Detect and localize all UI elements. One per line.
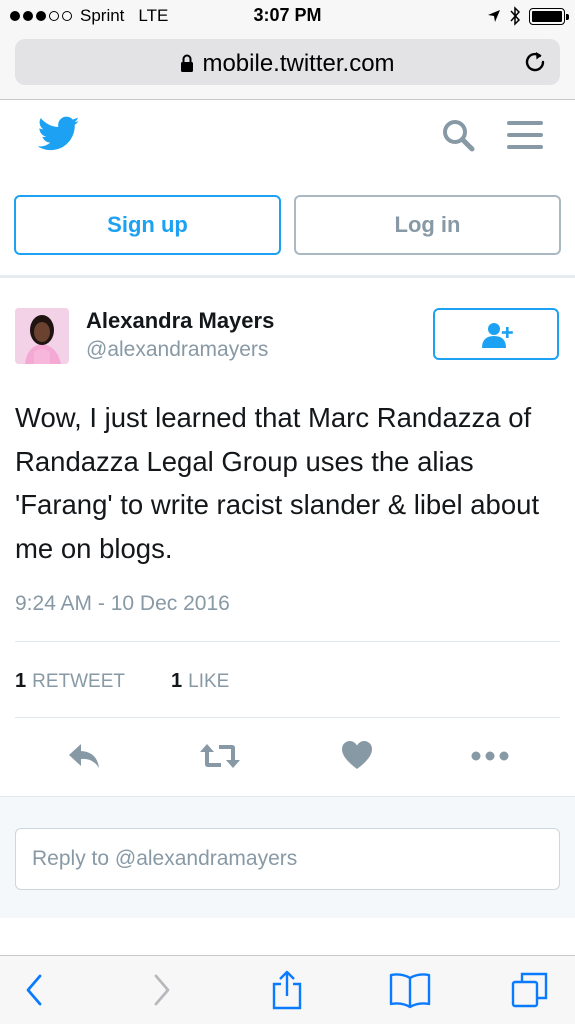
- like-count: 1: [171, 670, 183, 692]
- retweet-label: RETWEET: [32, 671, 126, 692]
- avatar[interactable]: [15, 308, 69, 364]
- reply-section: [0, 796, 575, 918]
- tweet-text: Wow, I just learned that Marc Randazza o…: [15, 402, 540, 564]
- retweet-count: 1: [15, 670, 27, 692]
- location-arrow-icon: [488, 10, 500, 22]
- reply-input[interactable]: [15, 828, 560, 890]
- twitter-header: [0, 101, 575, 176]
- status-bar: Sprint LTE 3:07 PM: [0, 0, 575, 32]
- twitter-bird-icon[interactable]: [38, 116, 80, 152]
- like-label: LIKE: [188, 671, 230, 692]
- avatar-image: [15, 308, 69, 364]
- url-text: mobile.twitter.com: [202, 50, 395, 77]
- reload-icon[interactable]: [522, 49, 548, 75]
- address-bar[interactable]: mobile.twitter.com: [15, 39, 560, 85]
- forward-icon[interactable]: [150, 970, 174, 1010]
- more-options-icon[interactable]: [470, 740, 510, 772]
- divider: [15, 717, 560, 718]
- bookmarks-icon[interactable]: [388, 970, 432, 1010]
- browser-toolbar: [0, 955, 575, 1024]
- bluetooth-icon: [510, 6, 521, 26]
- follow-button[interactable]: [433, 308, 559, 360]
- like-stat[interactable]: 1 LIKE: [171, 670, 229, 693]
- share-icon[interactable]: [270, 970, 304, 1010]
- heart-icon[interactable]: [341, 740, 373, 772]
- sign-up-button[interactable]: Sign up: [14, 195, 281, 255]
- battery-icon: [529, 7, 569, 25]
- divider: [15, 641, 560, 642]
- divider: [0, 275, 575, 278]
- tweet-timestamp[interactable]: 9:24 AM - 10 Dec 2016: [15, 592, 230, 616]
- browser-address-area: mobile.twitter.com: [0, 32, 575, 100]
- tabs-icon[interactable]: [510, 970, 550, 1010]
- lock-icon: [181, 54, 194, 72]
- retweet-stat[interactable]: 1 RETWEET: [15, 670, 125, 693]
- author-name[interactable]: Alexandra Mayers: [86, 308, 274, 334]
- add-user-icon: [482, 323, 513, 348]
- hamburger-menu-icon[interactable]: [506, 119, 544, 151]
- retweet-icon[interactable]: [199, 740, 241, 772]
- author-handle[interactable]: @alexandramayers: [86, 338, 268, 362]
- tweet-stats: 1 RETWEET 1 LIKE: [15, 670, 275, 693]
- log-in-button[interactable]: Log in: [294, 195, 561, 255]
- reply-icon[interactable]: [67, 740, 101, 772]
- back-icon[interactable]: [22, 970, 46, 1010]
- status-icons: [487, 6, 569, 26]
- search-icon[interactable]: [440, 117, 476, 153]
